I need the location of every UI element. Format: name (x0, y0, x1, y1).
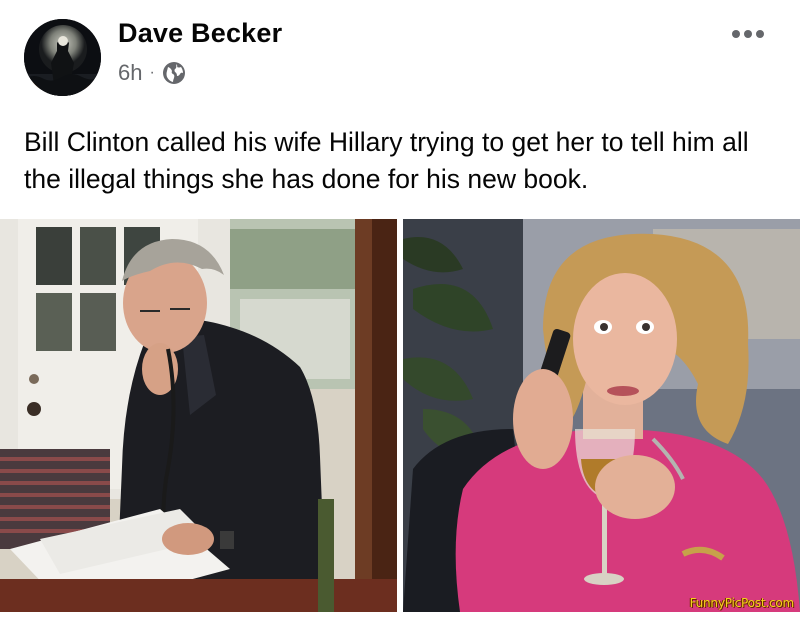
post-text: Bill Clinton called his wife Hillary try… (24, 127, 749, 194)
globe-icon[interactable] (162, 61, 186, 85)
post-meta: 6h · (118, 60, 186, 86)
more-options-icon (732, 30, 764, 38)
avatar-image (24, 19, 101, 96)
meta-separator: · (149, 64, 155, 81)
photo-man-on-phone (0, 219, 397, 612)
photo-right[interactable]: FunnyPicPost.com (403, 219, 800, 612)
photo-woman-on-phone (403, 219, 800, 612)
post-timestamp[interactable]: 6h (118, 60, 142, 86)
facebook-post: Dave Becker 6h · Bill Clinton called his… (0, 0, 800, 621)
watermark: FunnyPicPost.com (689, 596, 795, 610)
avatar[interactable] (24, 19, 101, 96)
photo-left[interactable] (0, 219, 397, 612)
author-name[interactable]: Dave Becker (118, 18, 282, 49)
more-options-button[interactable] (728, 20, 768, 48)
post-bottom-divider (0, 612, 800, 621)
